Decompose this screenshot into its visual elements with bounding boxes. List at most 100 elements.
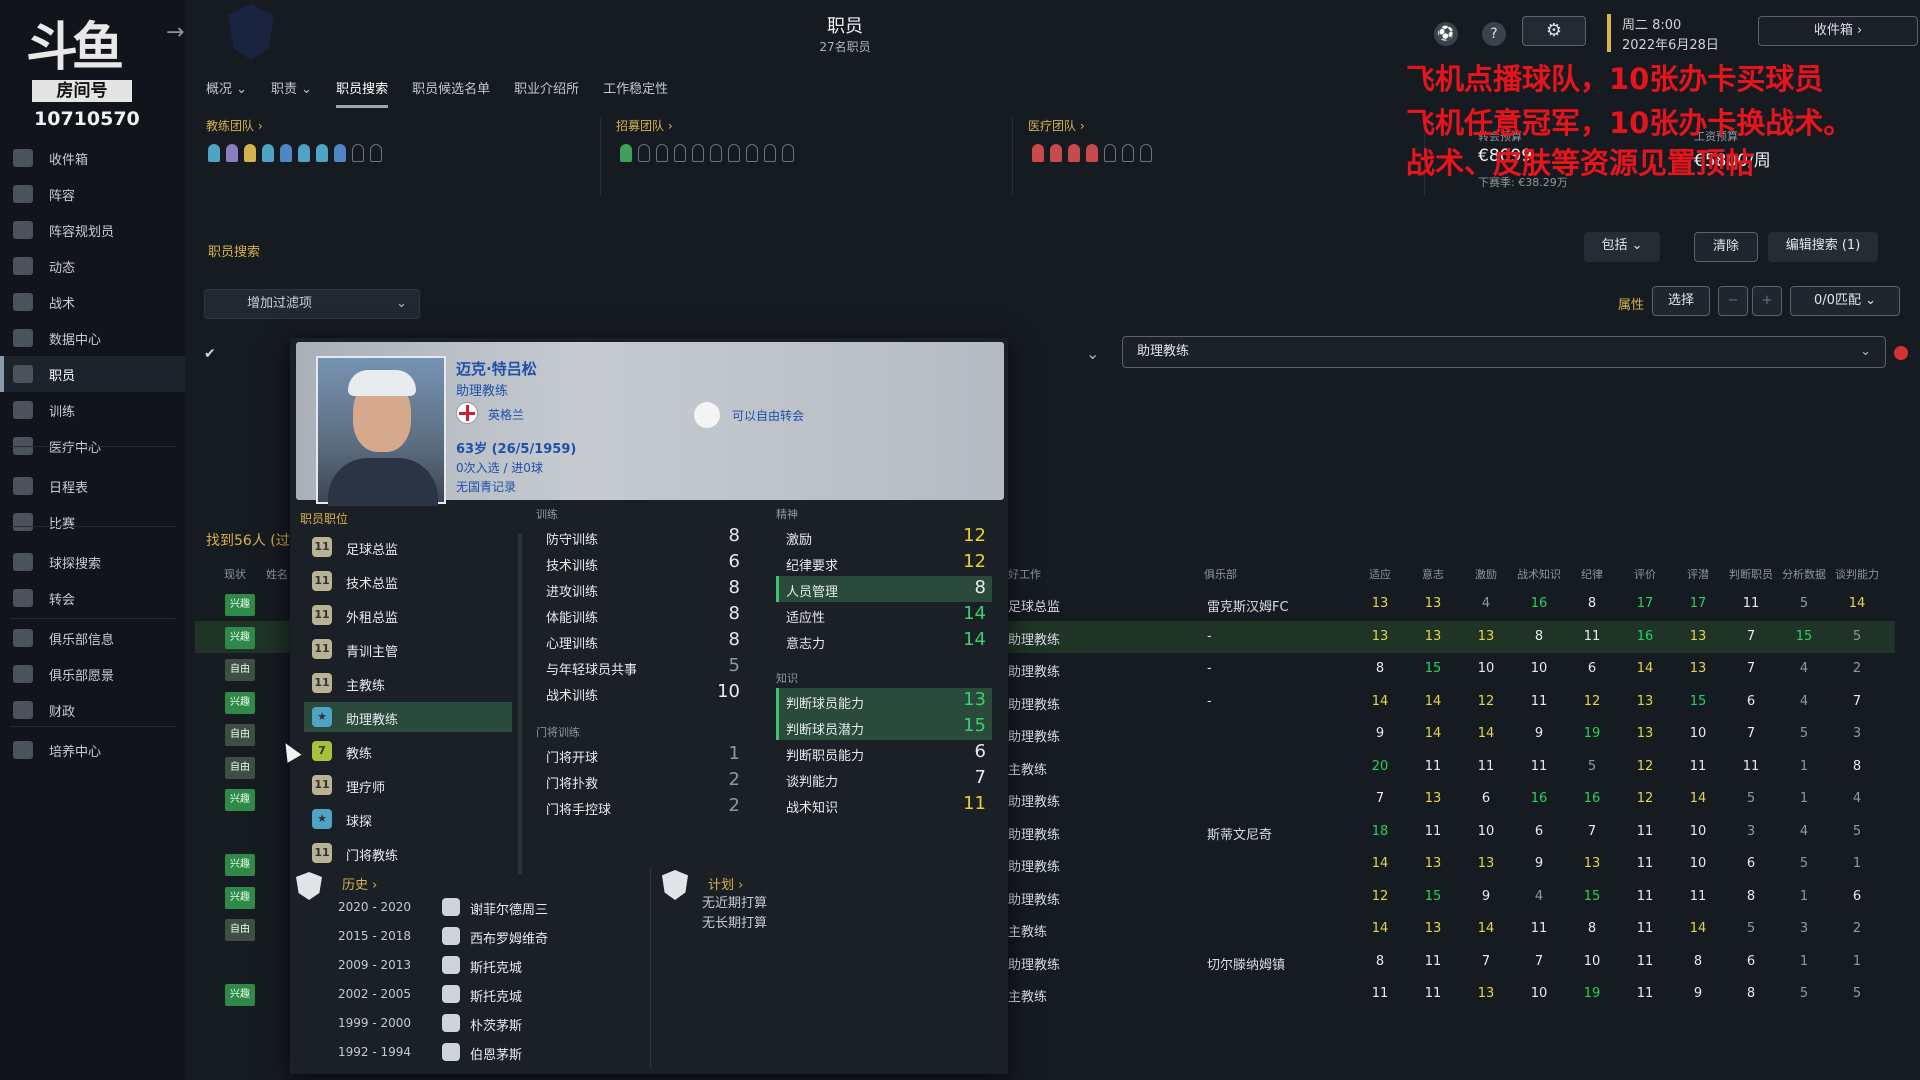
attribute-row[interactable]: 体能训练 8 <box>536 602 746 628</box>
col-attr-7[interactable]: 判断职员 <box>1723 566 1779 582</box>
positions-scrollbar[interactable] <box>518 534 522 874</box>
row-club[interactable]: - <box>1207 629 1212 644</box>
attribute-row[interactable]: 纪律要求 12 <box>776 550 992 576</box>
attribute-row[interactable]: 适应性 14 <box>776 602 992 628</box>
col-attr-1[interactable]: 意志 <box>1405 566 1461 582</box>
attribute-row[interactable]: 门将扑救 2 <box>536 768 746 794</box>
row-club[interactable]: - <box>1207 694 1212 709</box>
tab-3[interactable]: 职员候选名单 <box>412 78 490 108</box>
attribute-row[interactable]: 门将手控球 2 <box>536 794 746 820</box>
history-row[interactable]: 2015 - 2018 西布罗姆维奇 <box>338 925 598 949</box>
minus-button[interactable]: − <box>1718 286 1748 316</box>
col-attr-8[interactable]: 分析数据 <box>1776 566 1832 582</box>
match-dropdown[interactable]: 0/0匹配 ⌄ <box>1790 286 1900 316</box>
help-icon[interactable]: ? <box>1482 22 1506 46</box>
history-row[interactable]: 1999 - 2000 朴茨茅斯 <box>338 1012 598 1036</box>
staff-name[interactable]: 迈克·特吕松 <box>456 358 537 379</box>
plan-link[interactable]: 计划 › <box>708 874 743 893</box>
sidebar-item-1[interactable]: 阵容 <box>0 176 185 212</box>
tab-2[interactable]: 职员搜索 <box>336 78 389 108</box>
row-club[interactable]: 切尔滕纳姆镇 <box>1207 954 1285 973</box>
sidebar-item-6[interactable]: 职员 <box>0 356 185 392</box>
row-club[interactable]: 雷克斯汉姆FC <box>1207 596 1289 615</box>
attribute-row[interactable]: 门将开球 1 <box>536 742 746 768</box>
plus-button[interactable]: + <box>1752 286 1782 316</box>
position-item[interactable]: 11 理疗师 <box>304 770 512 800</box>
sidebar-item-2[interactable]: 阵容规划员 <box>0 212 185 248</box>
attribute-row[interactable]: 激励 12 <box>776 524 992 550</box>
tab-0[interactable]: 概况 ⌄ <box>206 78 247 108</box>
col-name[interactable]: 姓名 <box>266 566 288 582</box>
edit-search-button[interactable]: 编辑搜索 (1) <box>1768 232 1878 262</box>
sidebar-item-16[interactable]: 培养中心 <box>0 732 185 768</box>
history-link[interactable]: 历史 › <box>342 874 377 893</box>
include-dropdown[interactable]: 包括 ⌄ <box>1584 232 1660 262</box>
col-attr-0[interactable]: 适应 <box>1352 566 1408 582</box>
select-button[interactable]: 选择 <box>1652 286 1710 316</box>
sidebar-item-5[interactable]: 数据中心 <box>0 320 185 356</box>
club-crest-icon[interactable] <box>228 4 274 60</box>
staff-nationality[interactable]: 英格兰 <box>488 406 524 423</box>
attribute-row[interactable]: 意志力 14 <box>776 628 992 654</box>
col-attr-6[interactable]: 评潜 <box>1670 566 1726 582</box>
attribute-row[interactable]: 判断球员能力 13 <box>776 688 992 714</box>
col-attr-9[interactable]: 谈判能力 <box>1829 566 1885 582</box>
settings-button[interactable]: ⚙ <box>1522 16 1586 46</box>
col-job[interactable]: 好工作 <box>1008 566 1041 582</box>
attribute-row[interactable]: 判断球员潜力 15 <box>776 714 992 740</box>
col-attr-5[interactable]: 评价 <box>1617 566 1673 582</box>
add-filter-dropdown[interactable]: 增加过滤项 ⌄ <box>204 289 420 319</box>
row-club[interactable]: - <box>1207 661 1212 676</box>
row-club[interactable]: 斯蒂文尼奇 <box>1207 824 1272 843</box>
tab-4[interactable]: 职业介绍所 <box>514 78 579 108</box>
tab-1[interactable]: 职责 ⌄ <box>271 78 312 108</box>
attribute-row[interactable]: 防守训练 8 <box>536 524 746 550</box>
inbox-button[interactable]: 收件箱 › <box>1758 16 1918 46</box>
attribute-row[interactable]: 进攻训练 8 <box>536 576 746 602</box>
col-attr-4[interactable]: 纪律 <box>1564 566 1620 582</box>
tab-5[interactable]: 工作稳定性 <box>603 78 668 108</box>
attribute-row[interactable]: 谈判能力 7 <box>776 766 992 792</box>
chevron-down-icon[interactable]: ⌄ <box>1086 344 1099 363</box>
sidebar-item-10[interactable]: 比赛 <box>0 504 185 540</box>
position-item[interactable]: ★ 球探 <box>304 804 512 834</box>
filter-checkbox[interactable]: ✔ <box>204 346 222 364</box>
remove-filter-button[interactable] <box>1894 346 1908 360</box>
attribute-row[interactable]: 与年轻球员共事 5 <box>536 654 746 680</box>
position-item[interactable]: 11 主教练 <box>304 668 512 698</box>
col-attr-3[interactable]: 战术知识 <box>1511 566 1567 582</box>
sidebar-item-12[interactable]: 转会 <box>0 580 185 616</box>
recruitment-team-link[interactable]: 招募团队 › <box>616 117 673 134</box>
sidebar-item-0[interactable]: 收件箱 <box>0 140 185 176</box>
position-item[interactable]: 11 足球总监 <box>304 532 512 562</box>
position-item[interactable]: ★ 助理教练 <box>304 702 512 732</box>
col-status[interactable]: 现状 <box>224 566 246 582</box>
attribute-row[interactable]: 技术训练 6 <box>536 550 746 576</box>
staff-profile-popup[interactable]: 迈克·特吕松 助理教练 英格兰 可以自由转会 63岁 (26/5/1959) 0… <box>290 338 1008 1074</box>
position-item[interactable]: 11 门将教练 <box>304 838 512 868</box>
position-item[interactable]: 11 外租总监 <box>304 600 512 630</box>
sidebar-item-3[interactable]: 动态 <box>0 248 185 284</box>
attribute-row[interactable]: 战术训练 10 <box>536 680 746 706</box>
history-row[interactable]: 2020 - 2020 谢菲尔德周三 <box>338 896 598 920</box>
sidebar-item-15[interactable]: 财政 <box>0 692 185 728</box>
coaching-team-link[interactable]: 教练团队 › <box>206 117 263 134</box>
forward-arrow-icon[interactable]: → <box>166 20 184 45</box>
attribute-row[interactable]: 心理训练 8 <box>536 628 746 654</box>
sidebar-item-9[interactable]: 日程表 <box>0 468 185 504</box>
history-row[interactable]: 1992 - 1994 伯恩茅斯 <box>338 1041 598 1065</box>
role-dropdown[interactable]: 助理教练 ⌄ <box>1122 336 1886 368</box>
medical-team-link[interactable]: 医疗团队 › <box>1028 117 1085 134</box>
attribute-row[interactable]: 人员管理 8 <box>776 576 992 602</box>
position-item[interactable]: 11 青训主管 <box>304 634 512 664</box>
sidebar-item-13[interactable]: 俱乐部信息 <box>0 620 185 656</box>
ball-icon[interactable]: ⚽ <box>1434 22 1458 46</box>
col-attr-2[interactable]: 激励 <box>1458 566 1514 582</box>
attribute-row[interactable]: 判断职员能力 6 <box>776 740 992 766</box>
sidebar-item-4[interactable]: 战术 <box>0 284 185 320</box>
sidebar-item-11[interactable]: 球探搜索 <box>0 544 185 580</box>
history-row[interactable]: 2002 - 2005 斯托克城 <box>338 983 598 1007</box>
clear-button[interactable]: 清除 <box>1694 232 1758 262</box>
sidebar-item-14[interactable]: 俱乐部愿景 <box>0 656 185 692</box>
attribute-row[interactable]: 战术知识 11 <box>776 792 992 818</box>
